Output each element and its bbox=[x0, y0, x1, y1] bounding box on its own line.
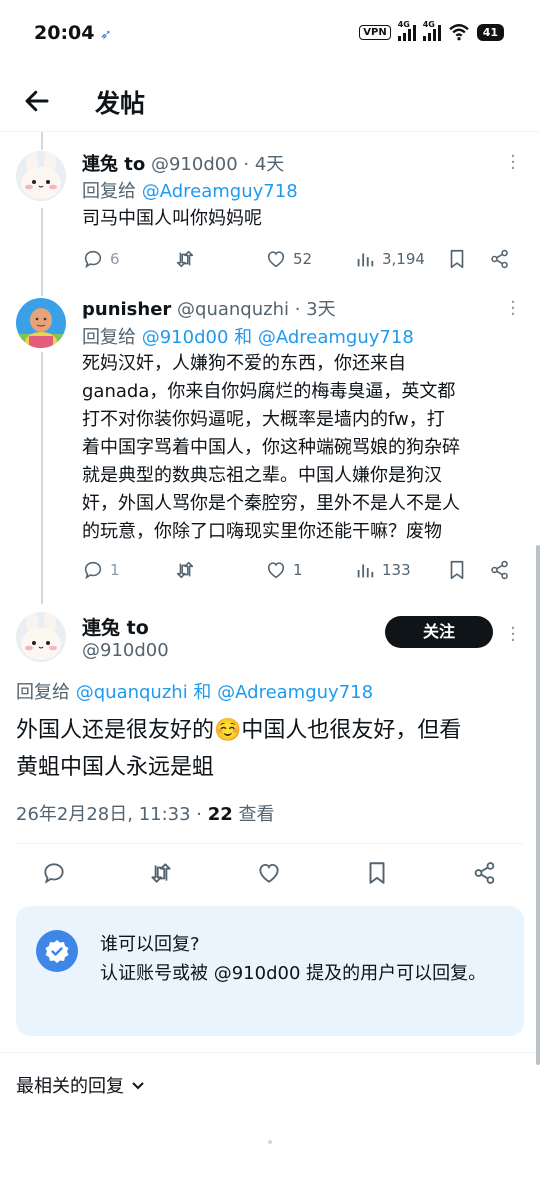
display-name[interactable]: punisher bbox=[82, 299, 171, 320]
back-arrow-icon[interactable] bbox=[22, 86, 52, 116]
reply-target-link[interactable]: @910d00 和 @Adreamguy718 bbox=[142, 327, 414, 348]
like-button[interactable]: 1 bbox=[265, 559, 303, 581]
author-line: 連兔 to @910d00 · 4天 bbox=[82, 150, 284, 176]
repost-button[interactable] bbox=[174, 248, 196, 270]
views-label: 查看 bbox=[232, 804, 275, 825]
share-icon bbox=[474, 862, 495, 884]
tweet-text: 外国人还是很友好的☺️中国人也很友好，但看 黄蛆中国人永远是蛆 bbox=[16, 718, 462, 780]
reply-to-line: 回复给 @Adreamguy718 bbox=[82, 181, 298, 202]
view-count: 3,194 bbox=[382, 250, 425, 268]
reply-target-link[interactable]: @quanquzhi 和 @Adreamguy718 bbox=[76, 682, 373, 703]
feather-notification-icon: ➶ bbox=[100, 27, 112, 43]
reply-button[interactable]: 1 bbox=[82, 559, 120, 581]
timestamp[interactable]: · 4天 bbox=[243, 154, 284, 175]
share-icon bbox=[491, 249, 508, 269]
more-options-icon[interactable]: · · · bbox=[508, 148, 518, 178]
divider bbox=[16, 843, 524, 844]
like-button[interactable] bbox=[256, 860, 282, 886]
page-title: 发帖 bbox=[95, 89, 146, 118]
share-button[interactable] bbox=[489, 248, 511, 270]
like-button[interactable]: 52 bbox=[265, 248, 312, 270]
timestamp[interactable]: · 3天 bbox=[295, 299, 336, 320]
tweet-date[interactable]: 26年2月28日, 11:33 · bbox=[16, 804, 208, 825]
top-header: 发帖 bbox=[0, 70, 540, 132]
repost-button[interactable] bbox=[174, 559, 196, 581]
views-count: 22 bbox=[207, 804, 233, 825]
status-time: 20:04 bbox=[34, 22, 95, 44]
bookmark-icon bbox=[369, 862, 385, 884]
reply-to-line: 回复给 @quanquzhi 和 @Adreamguy718 bbox=[16, 682, 374, 703]
comment-icon bbox=[84, 250, 102, 269]
signal-icon-1: 4G bbox=[397, 20, 416, 41]
heart-icon bbox=[267, 251, 285, 268]
views-button[interactable]: 133 bbox=[354, 559, 411, 581]
comment-icon bbox=[44, 863, 64, 884]
follow-button[interactable]: 关注 bbox=[385, 616, 493, 648]
share-button[interactable] bbox=[472, 860, 498, 886]
bookmark-icon bbox=[450, 560, 464, 580]
vpn-badge: VPN bbox=[359, 24, 391, 40]
tweet-meta: 26年2月28日, 11:33 · 22 查看 bbox=[16, 800, 275, 826]
display-name[interactable]: 連兔 to bbox=[82, 154, 145, 175]
bookmark-button[interactable] bbox=[446, 248, 468, 270]
status-icons: VPN 4G 4G 41 bbox=[359, 20, 504, 41]
repost-icon bbox=[151, 863, 171, 883]
status-bar: 20:04 ➶ VPN 4G 4G 41 bbox=[0, 0, 540, 70]
reply-restriction-notice: 谁可以回复? 认证账号或被 @910d00 提及的用户可以回复。 bbox=[16, 906, 524, 1036]
bookmark-button[interactable] bbox=[446, 559, 468, 581]
scrollbar[interactable] bbox=[536, 545, 540, 1065]
reply-count: 6 bbox=[110, 250, 120, 268]
reply-to-line: 回复给 @910d00 和 @Adreamguy718 bbox=[82, 327, 414, 348]
loading-dot bbox=[268, 1140, 272, 1144]
notice-body: 认证账号或被 @910d00 提及的用户可以回复。 bbox=[100, 963, 487, 984]
analytics-icon bbox=[357, 564, 374, 578]
like-count: 1 bbox=[293, 561, 303, 579]
handle[interactable]: @quanquzhi bbox=[177, 299, 289, 320]
notice-title: 谁可以回复? bbox=[100, 934, 200, 955]
bookmark-icon bbox=[450, 249, 464, 269]
divider bbox=[0, 1052, 540, 1053]
repost-icon bbox=[176, 250, 194, 268]
battery-indicator: 41 bbox=[476, 23, 504, 41]
tweet-text: 死妈汉奸，人嫌狗不爱的东西，你还来自 ganada，你来自你妈腐烂的梅毒臭逼，英… bbox=[82, 353, 460, 542]
bunny-avatar-image bbox=[16, 151, 66, 201]
signal-icon-2: 4G bbox=[422, 20, 441, 41]
handle[interactable]: @910d00 bbox=[82, 640, 169, 661]
more-options-icon[interactable]: · · · bbox=[508, 620, 518, 650]
person-avatar-image bbox=[16, 298, 66, 348]
bookmark-button[interactable] bbox=[364, 860, 390, 886]
sort-replies-dropdown[interactable]: 最相关的回复 bbox=[16, 1072, 146, 1098]
share-button[interactable] bbox=[489, 559, 511, 581]
views-button[interactable]: 3,194 bbox=[354, 248, 425, 270]
repost-button[interactable] bbox=[148, 860, 174, 886]
view-count: 133 bbox=[382, 561, 411, 579]
chevron-down-icon bbox=[132, 1082, 144, 1090]
bunny-avatar-image bbox=[16, 612, 66, 662]
display-name[interactable]: 連兔 to bbox=[82, 613, 149, 640]
reply-count: 1 bbox=[110, 561, 120, 579]
heart-icon bbox=[259, 863, 279, 883]
thread-line-top bbox=[41, 132, 43, 150]
more-options-icon[interactable]: · · · bbox=[508, 294, 518, 324]
like-count: 52 bbox=[293, 250, 313, 268]
verified-check-icon bbox=[36, 930, 78, 972]
wifi-icon bbox=[448, 24, 469, 41]
reply-button[interactable] bbox=[41, 860, 67, 886]
sort-label: 最相关的回复 bbox=[16, 1076, 124, 1097]
thread-line-2 bbox=[41, 352, 43, 604]
author-line: punisher @quanquzhi · 3天 bbox=[82, 295, 336, 321]
repost-icon bbox=[176, 561, 194, 579]
thread-line-1 bbox=[41, 208, 43, 296]
tweet-text: 司马中国人叫你妈妈呢 bbox=[82, 208, 262, 229]
share-icon bbox=[491, 560, 508, 580]
reply-target-link[interactable]: @Adreamguy718 bbox=[142, 181, 298, 202]
avatar[interactable] bbox=[16, 298, 66, 348]
comment-icon bbox=[84, 561, 102, 580]
analytics-icon bbox=[357, 253, 374, 267]
avatar[interactable] bbox=[16, 612, 66, 662]
handle[interactable]: @910d00 bbox=[151, 154, 238, 175]
avatar[interactable] bbox=[16, 151, 66, 201]
reply-button[interactable]: 6 bbox=[82, 248, 120, 270]
heart-icon bbox=[267, 562, 285, 579]
